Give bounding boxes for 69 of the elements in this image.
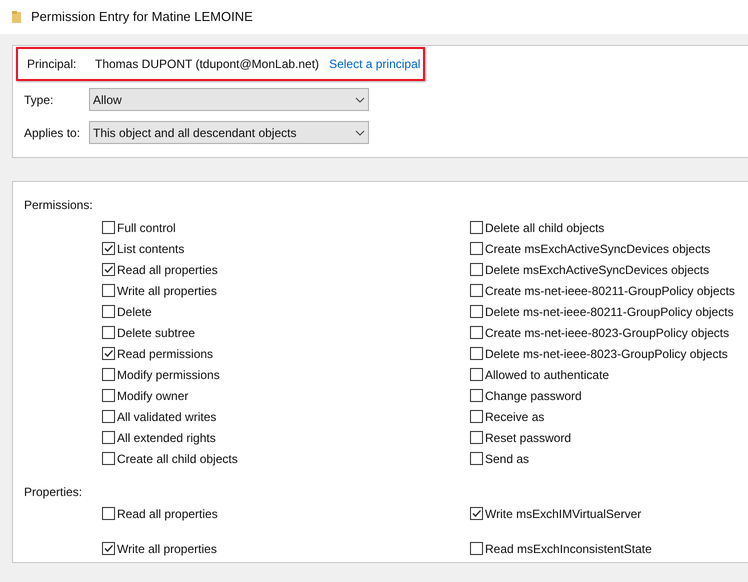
checkbox[interactable]	[470, 305, 483, 318]
checkbox-label: All extended rights	[117, 430, 216, 446]
checkbox[interactable]	[102, 326, 115, 339]
folder-icon	[12, 11, 21, 23]
checkbox-label: All validated writes	[117, 408, 216, 426]
checkbox[interactable]	[470, 263, 483, 276]
dropdown[interactable]: Allow	[89, 88, 369, 111]
checkbox[interactable]	[470, 326, 483, 339]
dropdown[interactable]: This object and all descendant objects	[89, 121, 369, 144]
checkbox[interactable]	[102, 452, 115, 465]
checkbox-label: Modify owner	[117, 388, 188, 404]
principal-label: Principal:	[27, 56, 78, 73]
checkbox-label: Write all properties	[117, 282, 217, 300]
checkbox-label: Modify permissions	[117, 366, 220, 384]
checkbox[interactable]	[470, 431, 483, 444]
checkbox[interactable]	[470, 507, 483, 520]
checkbox[interactable]	[102, 410, 115, 423]
checkbox-label: Send as	[485, 450, 530, 468]
checkbox[interactable]	[470, 368, 483, 381]
checkbox[interactable]	[470, 242, 483, 255]
checkbox[interactable]	[470, 389, 483, 402]
checkbox[interactable]	[470, 410, 483, 423]
checkbox-label: Create all child objects	[117, 450, 238, 468]
checkbox-label: Full control	[117, 220, 176, 236]
window-title: Permission Entry for Matine LEMOINE	[31, 8, 253, 26]
checkbox-label: Allowed to authenticate	[485, 366, 610, 384]
principal-value: Thomas DUPONT (tdupont@MonLab.net)	[95, 56, 320, 73]
checkbox-label: Write all properties	[117, 540, 217, 558]
checkbox[interactable]	[470, 452, 483, 465]
checkbox-label: Read all properties	[117, 262, 218, 278]
checkbox-label: Read msExchInconsistentState	[485, 540, 652, 558]
checkbox[interactable]	[102, 221, 115, 234]
field-label: Type:	[24, 92, 54, 108]
checkbox-label: Delete ms-net-ieee-8023-GroupPolicy objects	[485, 346, 728, 362]
checkbox[interactable]	[102, 368, 115, 381]
checkbox-label: Create msExchActiveSyncDevices objects	[485, 240, 710, 258]
checkbox-label: Delete subtree	[117, 324, 196, 342]
section-heading: Permissions:	[24, 197, 94, 212]
checkbox[interactable]	[470, 221, 483, 234]
checkbox-label: Change password	[485, 388, 582, 404]
checkbox-label: List contents	[117, 240, 184, 258]
checkbox[interactable]	[102, 431, 115, 444]
select-principal-link[interactable]: Select a principal	[329, 55, 420, 73]
checkbox[interactable]	[102, 263, 115, 276]
checkbox[interactable]	[102, 242, 115, 255]
checkbox-label: Delete all child objects	[485, 220, 604, 236]
checkbox[interactable]	[470, 284, 483, 297]
checkbox[interactable]	[470, 542, 483, 555]
chevron-down-icon	[355, 130, 365, 136]
checkbox-label: Read permissions	[117, 346, 214, 362]
chevron-down-icon	[355, 96, 365, 102]
checkbox[interactable]	[102, 389, 115, 402]
checkbox-label: Reset password	[485, 430, 572, 446]
checkbox[interactable]	[102, 507, 115, 520]
checkbox[interactable]	[102, 542, 115, 555]
checkbox-label: Delete msExchActiveSyncDevices objects	[485, 262, 710, 278]
field-label: Applies to:	[24, 124, 82, 142]
section-heading: Properties:	[24, 484, 84, 499]
checkbox-label: Create ms-net-ieee-8023-GroupPolicy objects	[485, 324, 730, 342]
checkbox[interactable]	[102, 305, 115, 318]
checkbox-label: Read all properties	[117, 506, 218, 522]
checkbox[interactable]	[102, 284, 115, 297]
checkbox-label: Delete ms-net-ieee-80211-GroupPolicy objects	[485, 304, 734, 320]
checkbox-label: Delete	[117, 304, 152, 320]
checkbox-label: Receive as	[485, 408, 544, 426]
checkbox-label: Create ms-net-ieee-80211-GroupPolicy objects	[485, 282, 735, 300]
checkbox[interactable]	[470, 347, 483, 360]
checkbox[interactable]	[102, 347, 115, 360]
checkbox-label: Write msExchIMVirtualServer	[485, 506, 642, 522]
